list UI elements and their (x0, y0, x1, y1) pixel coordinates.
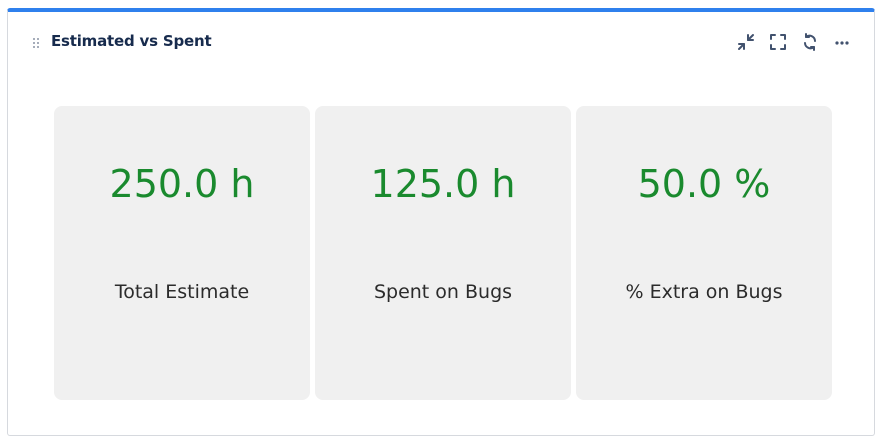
widget-header: Estimated vs Spent (8, 12, 874, 72)
fullscreen-button[interactable] (768, 32, 788, 52)
widget-actions (736, 32, 852, 52)
widget-title: Estimated vs Spent (51, 32, 212, 50)
metric-tiles: 250.0 h Total Estimate 125.0 h Spent on … (54, 106, 832, 400)
widget-card: Estimated vs Spent 250.0 h Total Estimat… (7, 8, 875, 436)
minimize-button[interactable] (736, 32, 756, 52)
metric-tile-extra-on-bugs: 50.0 % % Extra on Bugs (576, 106, 832, 400)
metric-label: Total Estimate (114, 281, 250, 303)
more-icon (835, 41, 849, 45)
fullscreen-icon (770, 34, 786, 50)
more-options-button[interactable] (832, 32, 852, 52)
metric-value: 125.0 h (370, 162, 516, 206)
refresh-icon (804, 33, 816, 51)
metric-label: Spent on Bugs (373, 281, 513, 303)
metric-tile-total-estimate: 250.0 h Total Estimate (54, 106, 310, 400)
metric-tile-spent-on-bugs: 125.0 h Spent on Bugs (315, 106, 571, 400)
refresh-button[interactable] (800, 32, 820, 52)
minimize-icon (738, 34, 754, 50)
metric-value: 250.0 h (109, 162, 255, 206)
metric-value: 50.0 % (637, 162, 771, 206)
drag-handle-icon[interactable] (32, 34, 40, 48)
metric-label: % Extra on Bugs (625, 281, 783, 303)
